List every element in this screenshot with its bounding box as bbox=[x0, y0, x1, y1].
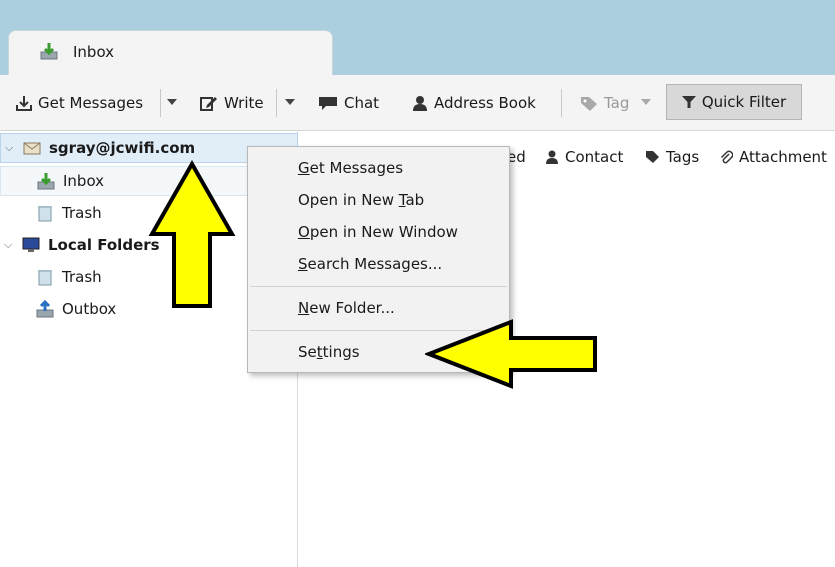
menu-item-new-folder[interactable]: New Folder... bbox=[298, 299, 395, 317]
contact-filter-label: Contact bbox=[565, 148, 624, 166]
tag-label: Tag bbox=[604, 94, 630, 112]
contact-person-icon bbox=[546, 150, 558, 164]
menu-label: pen in New Window bbox=[309, 223, 458, 241]
tab-label: Inbox bbox=[73, 43, 115, 61]
get-messages-dropdown-icon[interactable] bbox=[167, 99, 177, 105]
expand-chevron-icon[interactable]: ⌵ bbox=[4, 238, 12, 252]
toolbar-divider bbox=[160, 89, 161, 117]
trash-label: Trash bbox=[62, 204, 102, 222]
menu-item-open-new-window[interactable]: Open in New Window bbox=[298, 223, 458, 241]
contact-person-icon bbox=[413, 96, 427, 111]
address-book-button[interactable]: Address Book bbox=[412, 91, 536, 115]
left-arrow-annotation bbox=[425, 319, 597, 389]
tag-icon bbox=[581, 97, 597, 111]
menu-label: tings bbox=[322, 343, 360, 361]
quick-filter-button[interactable]: Quick Filter bbox=[666, 84, 802, 120]
download-icon bbox=[16, 96, 32, 111]
trash-icon bbox=[38, 206, 52, 222]
tag-button[interactable]: Tag bbox=[580, 91, 629, 115]
menu-item-search-messages[interactable]: Search Messages... bbox=[298, 255, 442, 273]
outbox-label: Outbox bbox=[62, 300, 117, 318]
computer-monitor-icon bbox=[22, 237, 40, 252]
filter-funnel-icon bbox=[681, 96, 696, 108]
local-trash-label: Trash bbox=[62, 268, 102, 286]
menu-separator bbox=[250, 286, 507, 287]
menu-label: et Messages bbox=[309, 159, 404, 177]
menu-item-settings[interactable]: Settings bbox=[298, 343, 360, 361]
tag-dropdown-icon[interactable] bbox=[641, 99, 651, 105]
pencil-icon bbox=[200, 97, 217, 111]
local-folders-label: Local Folders bbox=[48, 236, 160, 254]
get-messages-button[interactable]: Get Messages bbox=[16, 91, 143, 115]
get-messages-label: Get Messages bbox=[38, 94, 144, 112]
tags-filter-label: Tags bbox=[666, 148, 700, 166]
expand-chevron-icon[interactable]: ⌵ bbox=[5, 141, 13, 155]
chat-bubble-icon bbox=[319, 97, 337, 110]
menu-label: ab bbox=[405, 191, 425, 209]
menu-label: earch Messages... bbox=[307, 255, 443, 273]
mail-account-icon bbox=[23, 142, 41, 155]
access-key: N bbox=[298, 299, 310, 317]
account-label: sgray@jcwifi.com bbox=[49, 139, 196, 157]
menu-label: ew Folder... bbox=[309, 299, 395, 317]
menu-item-open-new-tab[interactable]: Open in New Tab bbox=[298, 191, 424, 209]
menu-label: Se bbox=[298, 343, 317, 361]
outbox-icon bbox=[36, 300, 54, 318]
chat-label: Chat bbox=[344, 94, 380, 112]
access-key: O bbox=[298, 223, 310, 241]
address-book-label: Address Book bbox=[434, 94, 536, 112]
write-label: Write bbox=[224, 94, 264, 112]
tab-strip: Inbox bbox=[0, 0, 835, 76]
quick-filter-label: Quick Filter bbox=[701, 93, 787, 111]
main-toolbar: Get Messages Write Chat Address Book Tag bbox=[0, 75, 835, 131]
up-arrow-annotation bbox=[148, 160, 236, 308]
write-dropdown-icon[interactable] bbox=[285, 99, 295, 105]
attachment-filter-button[interactable]: Attachment bbox=[719, 148, 827, 166]
access-key: S bbox=[298, 255, 308, 273]
tags-filter-button[interactable]: Tags bbox=[645, 148, 699, 166]
chat-button[interactable]: Chat bbox=[318, 91, 379, 115]
inbox-label: Inbox bbox=[63, 172, 105, 190]
tab-inbox[interactable]: Inbox bbox=[8, 30, 333, 76]
menu-label: Open in New bbox=[298, 191, 399, 209]
toolbar-divider bbox=[561, 89, 562, 117]
attachment-filter-label: Attachment bbox=[739, 148, 827, 166]
paperclip-icon bbox=[720, 150, 733, 164]
write-button[interactable]: Write bbox=[200, 91, 264, 115]
contact-filter-button[interactable]: Contact bbox=[545, 148, 623, 166]
trash-icon bbox=[38, 270, 52, 286]
inbox-download-icon bbox=[40, 43, 58, 60]
access-key: G bbox=[298, 159, 310, 177]
inbox-folder-icon bbox=[37, 173, 55, 190]
toolbar-divider bbox=[276, 89, 277, 117]
menu-item-get-messages[interactable]: Get Messages bbox=[298, 159, 403, 177]
tag-icon bbox=[646, 151, 659, 163]
